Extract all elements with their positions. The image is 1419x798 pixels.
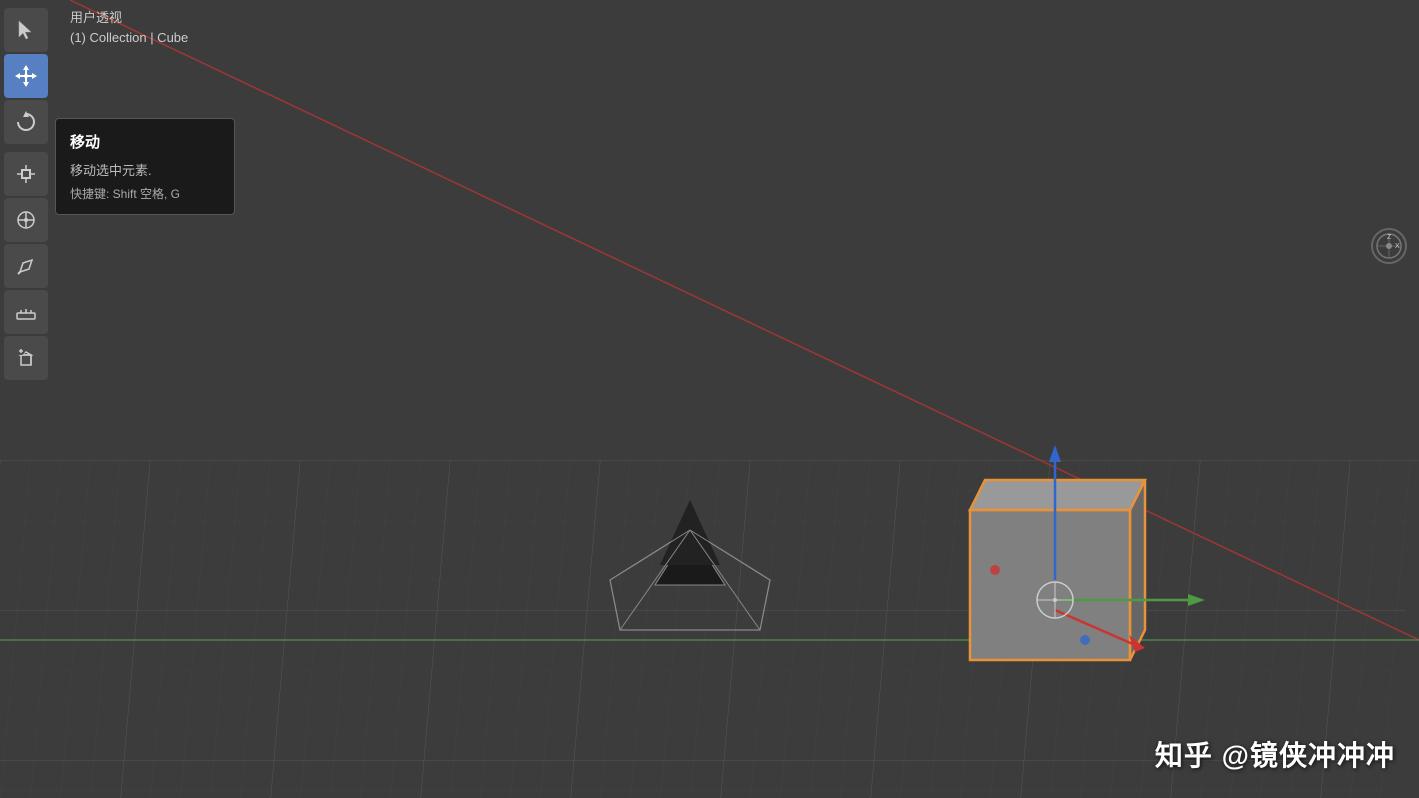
left-toolbar — [4, 8, 48, 380]
rotate-icon — [15, 111, 37, 133]
measure-tool-button[interactable] — [4, 290, 48, 334]
tooltip-shortcut: 快捷键: Shift 空格, G — [70, 185, 220, 202]
svg-text:X: X — [1395, 243, 1400, 250]
watermark: 知乎 @镜侠冲冲冲 — [1155, 734, 1395, 774]
rotate-tool-button[interactable] — [4, 100, 48, 144]
cube-object — [970, 445, 1205, 660]
view-type-label: 用户透视 — [70, 8, 188, 28]
scale-tool-button[interactable] — [4, 152, 48, 196]
navigation-widget[interactable]: X Z — [1371, 228, 1407, 264]
select-icon — [15, 19, 37, 41]
select-tool-button[interactable] — [4, 8, 48, 52]
measure-icon — [15, 301, 37, 323]
add-object-icon — [15, 347, 37, 369]
breadcrumb-label: (1) Collection | Cube — [70, 28, 188, 48]
svg-text:Z: Z — [1387, 234, 1392, 241]
tooltip-description: 移动选中元素. — [70, 160, 220, 179]
move-tool-button[interactable] — [4, 54, 48, 98]
move-icon — [15, 65, 37, 87]
camera-object — [610, 500, 770, 630]
annotate-icon — [15, 255, 37, 277]
tooltip-title: 移动 — [70, 131, 220, 152]
add-object-tool-button[interactable] — [4, 336, 48, 380]
move-tool-tooltip: 移动 移动选中元素. 快捷键: Shift 空格, G — [55, 118, 235, 215]
annotate-tool-button[interactable] — [4, 244, 48, 288]
viewport[interactable]: 用户透视 (1) Collection | Cube — [0, 0, 1419, 798]
scale-icon — [15, 163, 37, 185]
top-bar: 用户透视 (1) Collection | Cube — [70, 8, 188, 47]
nav-gizmo-icon: X Z — [1375, 232, 1403, 260]
transform-tool-button[interactable] — [4, 198, 48, 242]
transform-icon — [15, 209, 37, 231]
